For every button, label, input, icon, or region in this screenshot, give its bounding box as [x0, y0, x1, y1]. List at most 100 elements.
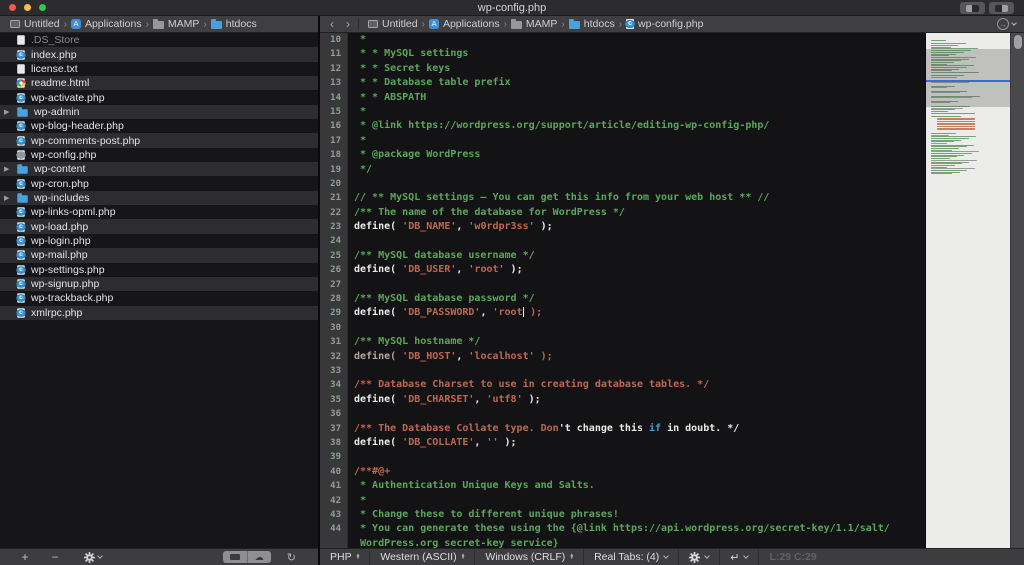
file-row[interactable]: ▶wp-includes	[0, 191, 318, 205]
preview-control[interactable]: →	[997, 18, 1016, 30]
breadcrumb-item-untitled[interactable]: Untitled	[368, 18, 418, 30]
code-line[interactable]: 36	[320, 407, 925, 421]
remove-file-button[interactable]: −	[40, 550, 70, 564]
breadcrumb-item-htdocs[interactable]: htdocs	[211, 18, 257, 30]
file-row[interactable]: wp-settings.php	[0, 263, 318, 277]
breadcrumb-item-mamp[interactable]: MAMP	[153, 18, 200, 30]
forward-button[interactable]: ›	[346, 19, 350, 29]
code-line[interactable]: 32define( 'DB_HOST', 'localhost' );	[320, 350, 925, 364]
minimize-window-button[interactable]	[24, 4, 31, 11]
breadcrumb-item-wp-config-php[interactable]: wp-config.php	[626, 18, 703, 30]
code-minimap[interactable]	[925, 33, 1010, 548]
code-line[interactable]: 31/** MySQL hostname */	[320, 335, 925, 349]
code-line[interactable]: 37/** The Database Collate type. Don't c…	[320, 422, 925, 436]
code-line[interactable]: 35define( 'DB_CHARSET', 'utf8' );	[320, 393, 925, 407]
code-token: 'DB_CHARSET'	[402, 394, 474, 405]
file-row[interactable]: ▶wp-content	[0, 162, 318, 176]
code-line[interactable]: 43 * Change these to different unique ph…	[320, 508, 925, 522]
encoding-popup[interactable]: Western (ASCII)▴▾	[369, 549, 474, 565]
code-line[interactable]: 22/** The name of the database for WordP…	[320, 206, 925, 220]
code-line[interactable]: 33	[320, 364, 925, 378]
code-line[interactable]: 19 */	[320, 163, 925, 177]
code-editor[interactable]: 10 *11 * * MySQL settings12 * * Secret k…	[320, 33, 925, 548]
file-row[interactable]: wp-comments-post.php	[0, 133, 318, 147]
add-file-button[interactable]: +	[10, 550, 40, 564]
file-row[interactable]: wp-cron.php	[0, 176, 318, 190]
code-line[interactable]: 27	[320, 278, 925, 292]
disclosure-triangle-icon[interactable]: ▶	[4, 165, 9, 173]
file-row[interactable]: wp-mail.php	[0, 248, 318, 262]
file-row[interactable]: wp-login.php	[0, 234, 318, 248]
file-name: wp-config.php	[31, 149, 96, 161]
code-line[interactable]: 24	[320, 234, 925, 248]
code-line[interactable]: 17 *	[320, 134, 925, 148]
file-row[interactable]: index.php	[0, 47, 318, 61]
code-line[interactable]: 15 *	[320, 105, 925, 119]
breadcrumb-item-applications[interactable]: Applications	[429, 18, 500, 30]
code-line[interactable]: 23define( 'DB_NAME', 'w0rdpr3ss' );	[320, 220, 925, 234]
code-text: define( 'DB_COLLATE', '' );	[347, 436, 517, 450]
code-line[interactable]: 44 * You can generate these using the {@…	[320, 522, 925, 536]
local-files-toggle[interactable]	[223, 551, 247, 563]
back-button[interactable]: ‹	[330, 19, 334, 29]
file-row[interactable]: xmlrpc.php	[0, 306, 318, 320]
vertical-scrollbar[interactable]	[1010, 33, 1024, 548]
refresh-button[interactable]: ↻	[287, 551, 296, 564]
code-line[interactable]: 18 * @package WordPress	[320, 148, 925, 162]
code-line[interactable]: 21// ** MySQL settings — You can get thi…	[320, 191, 925, 205]
editor-settings-menu[interactable]	[678, 549, 719, 565]
scrollbar-thumb[interactable]	[1014, 35, 1022, 49]
code-line[interactable]: 14 * * ABSPATH	[320, 91, 925, 105]
breadcrumb-item-applications[interactable]: Applications	[71, 18, 142, 30]
toggle-right-panel-button[interactable]	[989, 2, 1014, 14]
file-row[interactable]: wp-links-opml.php	[0, 205, 318, 219]
code-line[interactable]: 11 * * MySQL settings	[320, 47, 925, 61]
file-row[interactable]: wp-activate.php	[0, 90, 318, 104]
minimap-viewport-indicator[interactable]	[926, 49, 1010, 107]
toggle-left-panel-button[interactable]	[960, 2, 985, 14]
file-row[interactable]: wp-config.php	[0, 148, 318, 162]
file-row[interactable]: readme.html	[0, 76, 318, 90]
line-endings-popup[interactable]: Windows (CRLF)▴▾	[474, 549, 583, 565]
code-line[interactable]: 41 * Authentication Unique Keys and Salt…	[320, 479, 925, 493]
code-line[interactable]: 29define( 'DB_PASSWORD', 'root );	[320, 306, 925, 320]
code-line[interactable]: 28/** MySQL database password */	[320, 292, 925, 306]
file-row[interactable]: wp-blog-header.php	[0, 119, 318, 133]
line-number: 35	[320, 393, 347, 407]
file-row[interactable]: wp-signup.php	[0, 277, 318, 291]
file-row[interactable]: ▶wp-admin	[0, 105, 318, 119]
code-line[interactable]: 39	[320, 450, 925, 464]
code-line[interactable]: 12 * * Secret keys	[320, 62, 925, 76]
disclosure-triangle-icon[interactable]: ▶	[4, 108, 9, 116]
breadcrumb-item-mamp[interactable]: MAMP	[511, 18, 558, 30]
code-line[interactable]: 34/** Database Charset to use in creatin…	[320, 378, 925, 392]
language-popup[interactable]: PHP▴▾	[320, 549, 369, 565]
file-row[interactable]: license.txt	[0, 62, 318, 76]
code-line[interactable]: 30	[320, 321, 925, 335]
code-line[interactable]: 25/** MySQL database username */	[320, 249, 925, 263]
remote-files-toggle[interactable]: ☁	[247, 551, 271, 563]
code-line[interactable]: 38define( 'DB_COLLATE', '' );	[320, 436, 925, 450]
zoom-window-button[interactable]	[39, 4, 46, 11]
breadcrumb-item-untitled[interactable]: Untitled	[10, 18, 60, 30]
code-text	[347, 321, 354, 335]
code-line[interactable]: WordPress.org secret-key service}	[320, 537, 925, 548]
file-row[interactable]: wp-trackback.php	[0, 291, 318, 305]
code-line[interactable]: 20	[320, 177, 925, 191]
file-row[interactable]: .DS_Store	[0, 33, 318, 47]
code-line[interactable]: 10 *	[320, 33, 925, 47]
breadcrumb-item-htdocs[interactable]: htdocs	[569, 18, 615, 30]
breadcrumb-label: MAMP	[526, 18, 558, 30]
line-ending-menu[interactable]: ↵	[719, 549, 758, 565]
tabs-menu[interactable]: Real Tabs: (4)	[583, 549, 678, 565]
code-line[interactable]: 13 * * Database table prefix	[320, 76, 925, 90]
code-line[interactable]: 42 *	[320, 494, 925, 508]
close-window-button[interactable]	[9, 4, 16, 11]
file-actions-menu[interactable]	[84, 552, 102, 563]
code-line[interactable]: 26define( 'DB_USER', 'root' );	[320, 263, 925, 277]
code-line[interactable]: 16 * @link https://wordpress.org/support…	[320, 119, 925, 133]
code-line[interactable]: 40/**#@+	[320, 465, 925, 479]
folder-icon	[17, 195, 27, 203]
disclosure-triangle-icon[interactable]: ▶	[4, 194, 9, 202]
file-row[interactable]: wp-load.php	[0, 219, 318, 233]
